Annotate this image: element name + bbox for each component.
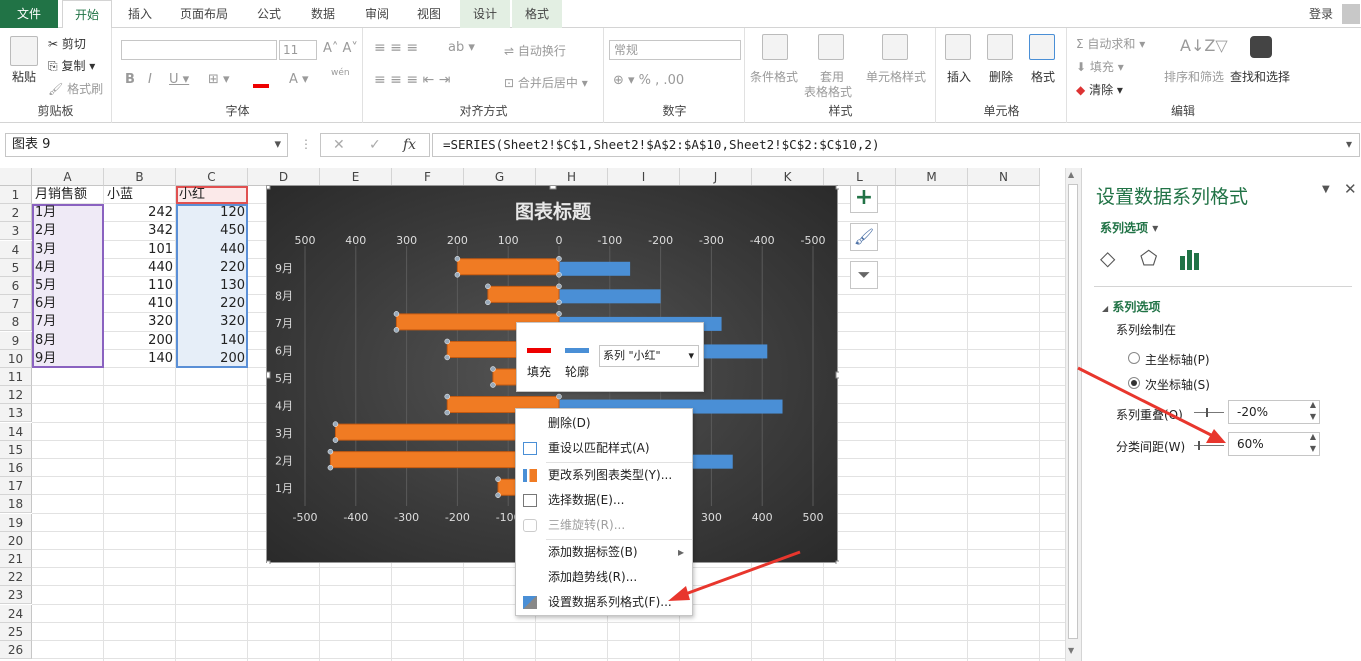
arrowhead-gap	[1206, 429, 1226, 443]
annotation-arrows	[668, 366, 1226, 601]
arrow-to-menu	[679, 550, 801, 598]
arrowhead-menu	[668, 586, 690, 601]
arrow-to-gap-width	[1077, 366, 1214, 438]
